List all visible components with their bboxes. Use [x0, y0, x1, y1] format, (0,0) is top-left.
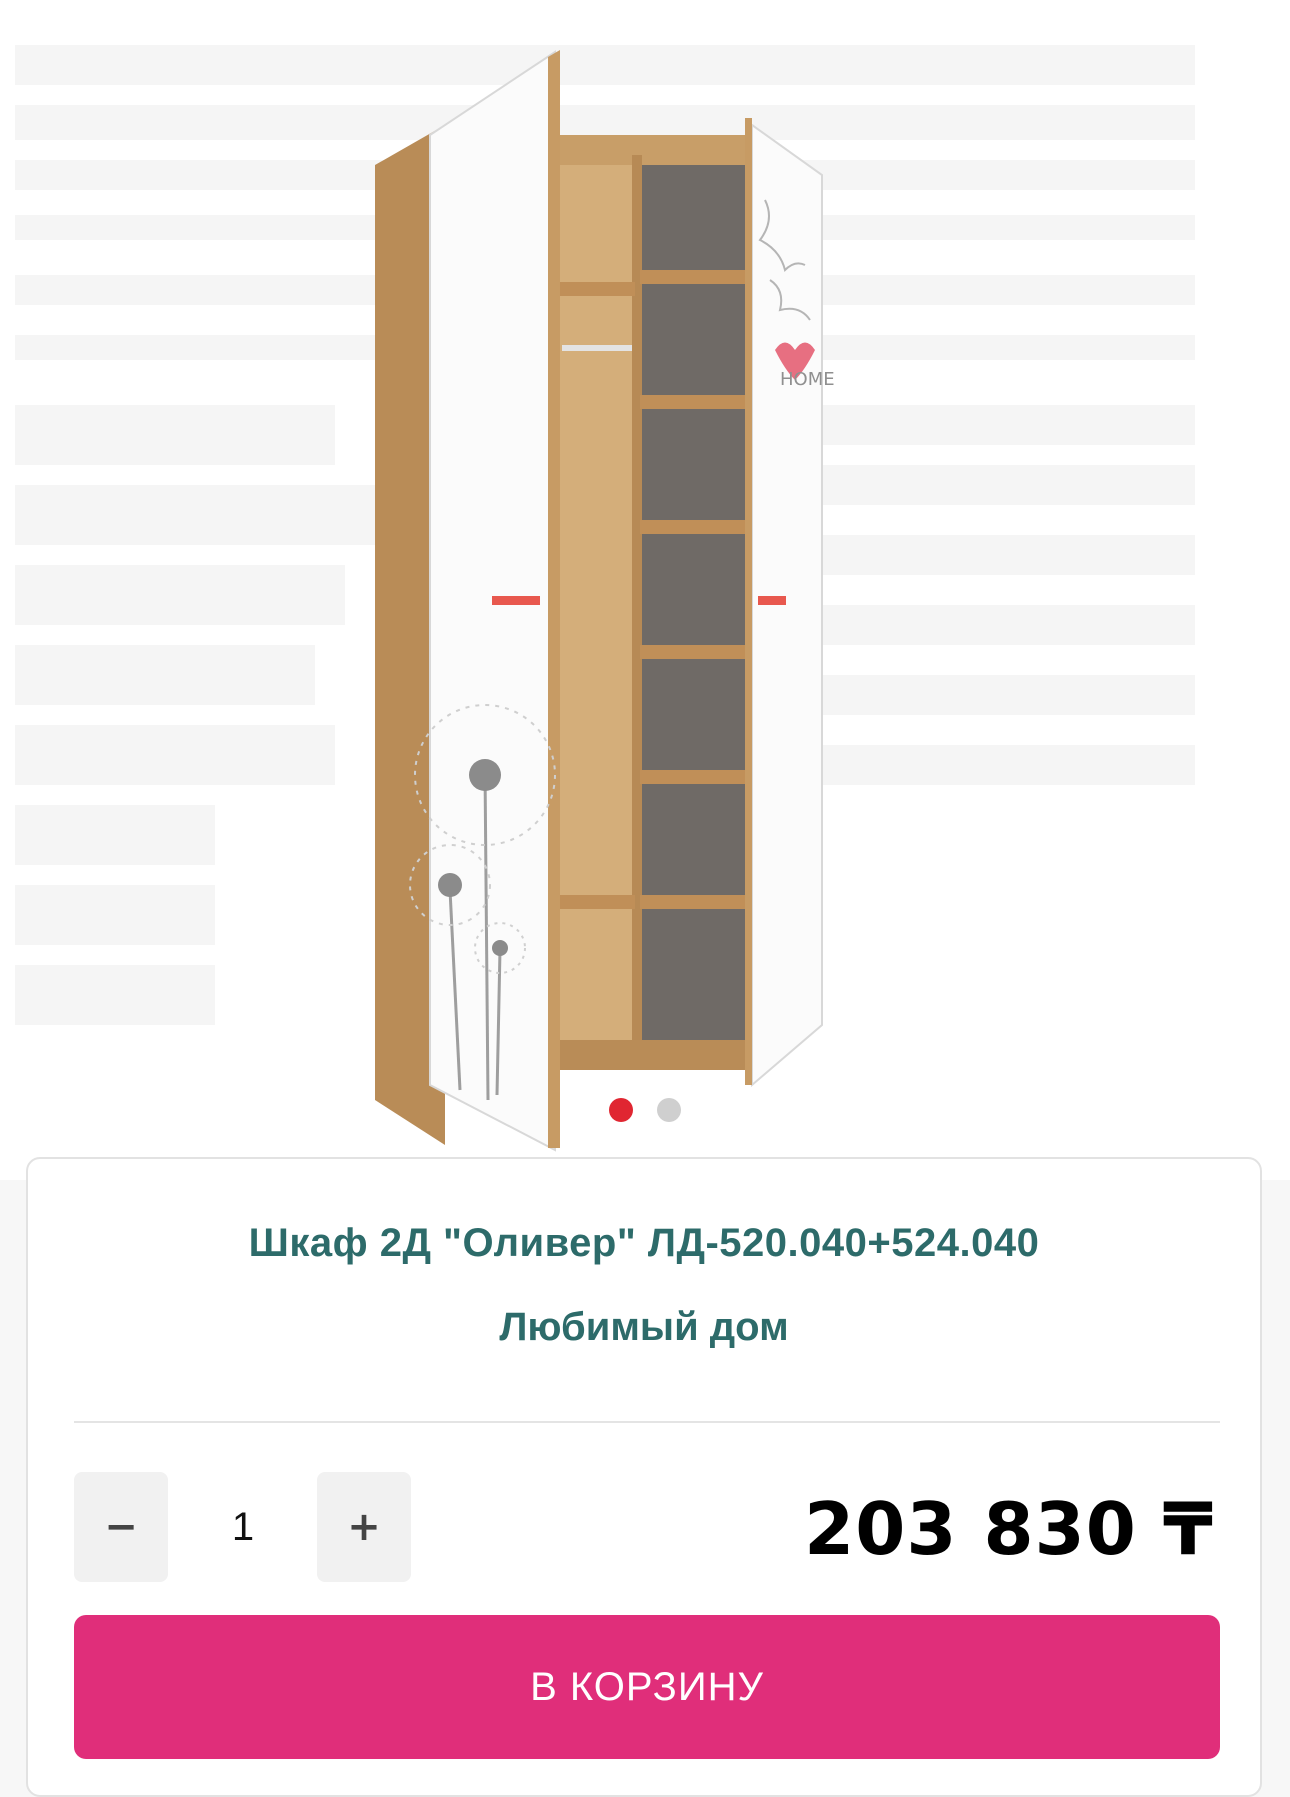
product-title: Шкаф 2Д "Оливер" ЛД-520.040+524.040 — [248, 1221, 1040, 1265]
product-gallery[interactable]: HOME — [0, 0, 1290, 1180]
minus-icon: − — [104, 1504, 138, 1550]
add-to-cart-label: В КОРЗИНУ — [530, 1664, 764, 1709]
plus-icon: + — [347, 1504, 381, 1550]
gallery-pagination — [0, 1098, 1290, 1122]
product-price: 203 830 ₸ — [804, 1487, 1214, 1571]
quantity-value[interactable]: 1 — [173, 1472, 313, 1582]
gallery-dot-active[interactable] — [609, 1098, 633, 1122]
quantity-increase-button[interactable]: + — [317, 1472, 411, 1582]
wardrobe-image: HOME — [375, 50, 835, 1152]
divider — [74, 1421, 1220, 1423]
gallery-dot[interactable] — [657, 1098, 681, 1122]
quantity-decrease-button[interactable]: − — [74, 1472, 168, 1582]
add-to-cart-button[interactable]: В КОРЗИНУ — [74, 1615, 1220, 1759]
product-brand[interactable]: Любимый дом — [28, 1305, 1260, 1350]
svg-text:HOME: HOME — [780, 369, 835, 390]
product-card: Шкаф 2Д "Оливер" ЛД-520.040+524.040 Люби… — [26, 1157, 1262, 1797]
